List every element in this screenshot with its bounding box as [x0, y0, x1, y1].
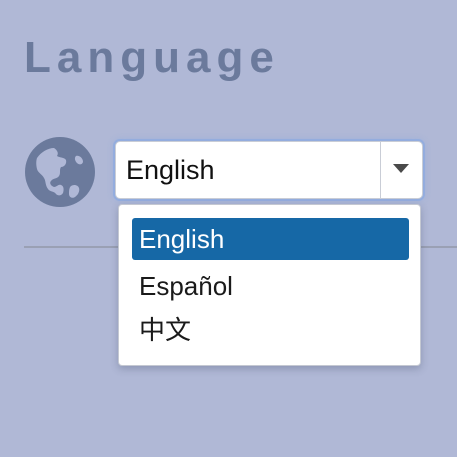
- language-option-espanol[interactable]: Español: [132, 265, 409, 307]
- caret-down-icon[interactable]: [393, 164, 409, 173]
- language-select-value: English: [126, 155, 215, 185]
- globe-icon: [24, 136, 96, 208]
- language-select[interactable]: English: [115, 141, 423, 199]
- language-dropdown-list: English Español 中文: [118, 204, 421, 366]
- select-separator: [380, 142, 381, 198]
- page-title: Language: [24, 33, 280, 82]
- language-option-chinese[interactable]: 中文: [132, 309, 409, 351]
- language-option-english[interactable]: English: [132, 218, 409, 260]
